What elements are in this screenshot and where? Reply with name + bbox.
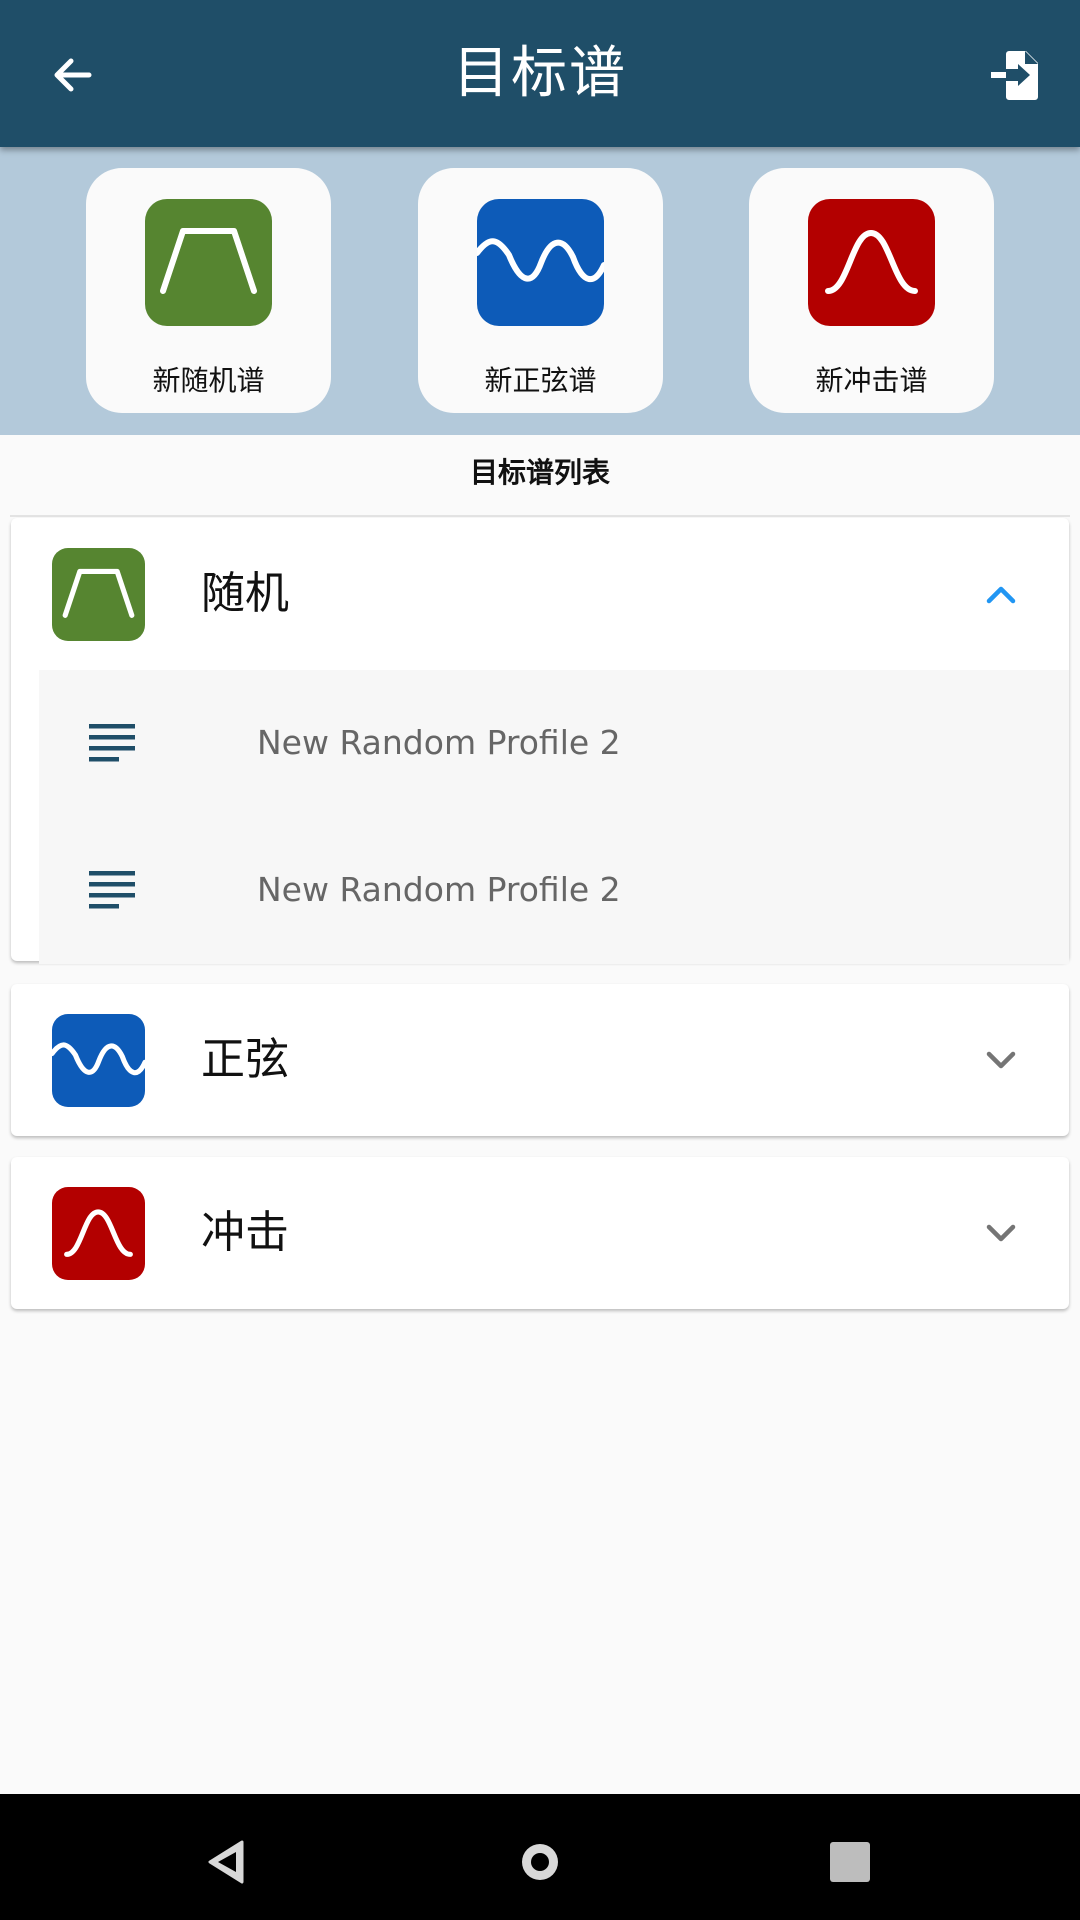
export-button[interactable] [978,38,1052,112]
new-random-profile-label: 新随机谱 [152,364,265,397]
chevron-down-icon[interactable] [973,1032,1029,1088]
new-random-profile-button[interactable]: 新随机谱 [86,168,331,413]
chevron-up-icon[interactable] [973,566,1029,622]
create-profile-panel: 新随机谱 新正弦谱 新冲击谱 [0,147,1080,435]
nav-back-icon [208,1840,244,1884]
profile-name: New Random Profile 2 [257,723,621,762]
category-label: 正弦 [201,1034,289,1085]
document-lines-icon [89,724,135,762]
category-header-random[interactable]: 随机 [11,518,1069,670]
system-nav-bar [0,1794,1080,1920]
app-root: 目标谱 新随机谱 新正弦谱 新冲击谱 目标谱列表 随机 New Random P… [0,0,1080,1920]
file-export-icon [991,51,1038,100]
app-bar: 目标谱 [0,0,1080,147]
nav-home-icon [522,1844,558,1880]
chevron-down-icon[interactable] [973,1205,1029,1261]
random-profile-icon [145,199,272,326]
category-label: 随机 [201,568,289,619]
shock-profile-icon [52,1187,145,1280]
sine-profile-icon [477,199,604,326]
profile-list-item[interactable]: New Random Profile 2 [39,670,1069,817]
new-sine-profile-label: 新正弦谱 [484,364,597,397]
sine-profile-icon [52,1014,145,1107]
page-title: 目标谱 [453,41,627,106]
profile-list-title: 目标谱列表 [469,456,610,489]
category-card-random: 随机 New Random Profile 2 New Random Profi… [11,518,1069,964]
category-card-sine: 正弦 [11,984,1069,1136]
nav-recents-button[interactable] [820,1832,880,1892]
nav-recents-icon [830,1842,870,1882]
nav-back-button[interactable] [196,1832,256,1892]
category-header-shock[interactable]: 冲击 [11,1157,1069,1309]
new-shock-profile-button[interactable]: 新冲击谱 [749,168,994,413]
category-card-shock: 冲击 [11,1157,1069,1309]
category-header-sine[interactable]: 正弦 [11,984,1069,1136]
new-shock-profile-label: 新冲击谱 [815,364,928,397]
random-profile-icon [52,548,145,641]
divider [10,515,1070,517]
new-sine-profile-button[interactable]: 新正弦谱 [418,168,663,413]
nav-home-button[interactable] [510,1832,570,1892]
category-label: 冲击 [201,1207,289,1258]
profile-list-item[interactable]: New Random Profile 2 [39,817,1069,964]
document-lines-icon [89,871,135,909]
shock-profile-icon [808,199,935,326]
profile-name: New Random Profile 2 [257,870,621,909]
